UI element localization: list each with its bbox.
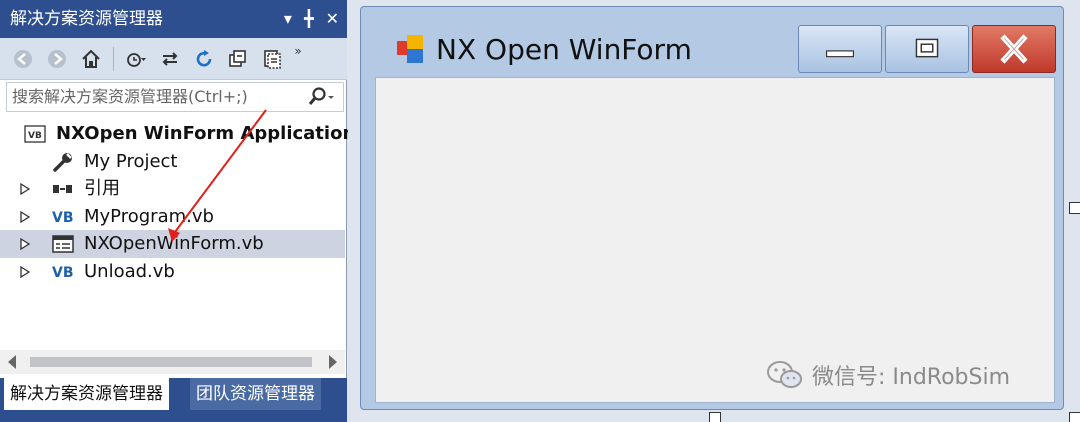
vb-project-icon: VB xyxy=(24,125,46,143)
tree-item-label: 引用 xyxy=(84,178,120,199)
winform-window[interactable]: NX Open WinForm xyxy=(360,6,1064,410)
tree-item-references[interactable]: 引用 xyxy=(0,175,345,203)
home-button[interactable] xyxy=(76,44,106,74)
tree-item-my-project[interactable]: My Project xyxy=(0,148,345,176)
maximize-button[interactable] xyxy=(885,25,969,73)
tree-item-label: My Project xyxy=(84,150,178,172)
resize-handle-bottom[interactable] xyxy=(709,412,721,422)
panel-options-icon[interactable]: ▾ xyxy=(284,0,292,38)
tree-root-label: NXOpen WinForm Application1 xyxy=(56,123,368,144)
refresh-icon xyxy=(196,49,212,66)
expand-arrow-icon[interactable] xyxy=(20,238,30,250)
toolbar-overflow-button[interactable]: » xyxy=(291,44,305,74)
tree-item-label: NXOpenWinForm.vb xyxy=(84,233,264,254)
show-all-files-button[interactable] xyxy=(257,44,287,74)
close-panel-icon[interactable]: ✕ xyxy=(326,0,339,38)
horizontal-scrollbar[interactable] xyxy=(0,350,345,374)
scrollbar-thumb[interactable] xyxy=(30,357,312,367)
form-client-area[interactable] xyxy=(375,77,1055,403)
wechat-watermark: 微信号: IndRobSim xyxy=(766,358,1010,392)
minimize-button[interactable] xyxy=(798,25,882,73)
sync-button[interactable] xyxy=(155,44,185,74)
back-button[interactable] xyxy=(8,44,38,74)
form-title: NX Open WinForm xyxy=(436,33,692,66)
watermark-text: 微信号: IndRobSim xyxy=(812,365,1011,390)
show-all-files-icon xyxy=(264,49,281,69)
sync-arrows-icon xyxy=(162,51,178,66)
tree-item-unload[interactable]: VB Unload.vb xyxy=(0,258,345,286)
collapse-all-button[interactable] xyxy=(223,44,253,74)
tab-solution-explorer[interactable]: 解决方案资源管理器 xyxy=(4,378,169,410)
close-icon xyxy=(1000,34,1028,64)
panel-tab-strip: 解决方案资源管理器 团队资源管理器 xyxy=(0,378,347,422)
svg-text:VB: VB xyxy=(28,131,42,141)
home-icon xyxy=(82,49,100,68)
form-window-icon xyxy=(397,35,423,63)
tree-root-project[interactable]: VB NXOpen WinForm Application1 xyxy=(0,120,368,148)
solution-explorer-panel: 解决方案资源管理器 ▾ ╋ ✕ » 搜索解决方案资源管理器(Ctrl+;) VB… xyxy=(0,0,368,422)
scroll-left-icon[interactable] xyxy=(8,355,16,369)
references-icon xyxy=(53,185,72,193)
tree-item-myprogram[interactable]: VB MyProgram.vb xyxy=(0,203,345,231)
minimize-icon xyxy=(826,50,854,58)
search-icon[interactable] xyxy=(305,86,335,108)
maximize-icon xyxy=(915,38,939,58)
forward-button[interactable] xyxy=(42,44,72,74)
clock-dropdown-icon xyxy=(127,52,146,67)
wechat-icon xyxy=(767,361,802,388)
tree-item-label: MyProgram.vb xyxy=(84,205,214,227)
svg-text:VB: VB xyxy=(52,265,74,281)
expand-arrow-icon[interactable] xyxy=(20,265,30,278)
tree-item-nxopenwinform[interactable]: NXOpenWinForm.vb xyxy=(0,230,345,258)
solution-explorer-titlebar: 解决方案资源管理器 ▾ ╋ ✕ xyxy=(0,0,347,38)
tab-team-explorer[interactable]: 团队资源管理器 xyxy=(190,378,321,410)
pending-changes-filter-button[interactable] xyxy=(121,44,151,74)
solution-tree: VB NXOpen WinForm Application1 My Projec… xyxy=(0,120,368,286)
scroll-right-icon[interactable] xyxy=(329,355,337,369)
expand-arrow-icon[interactable] xyxy=(20,210,30,223)
expand-arrow-icon[interactable] xyxy=(20,183,30,195)
back-arrow-icon xyxy=(14,49,32,68)
close-button[interactable] xyxy=(972,25,1056,73)
collapse-all-icon xyxy=(229,49,246,67)
svg-text:VB: VB xyxy=(52,210,74,226)
tree-item-label: Unload.vb xyxy=(84,260,175,282)
forward-arrow-icon xyxy=(48,49,66,68)
pin-icon[interactable]: ╋ xyxy=(304,0,314,38)
solution-search-input[interactable]: 搜索解决方案资源管理器(Ctrl+;) xyxy=(6,82,344,112)
form-file-icon xyxy=(52,235,74,253)
resize-handle-right[interactable] xyxy=(1069,202,1080,214)
refresh-button[interactable] xyxy=(189,44,219,74)
wrench-icon xyxy=(53,152,72,172)
search-placeholder: 搜索解决方案资源管理器(Ctrl+;) xyxy=(12,87,248,106)
resize-handle-corner[interactable] xyxy=(1069,412,1080,422)
solution-explorer-toolbar: » xyxy=(0,38,347,80)
toolbar-separator xyxy=(113,46,114,71)
solution-explorer-title: 解决方案资源管理器 xyxy=(10,9,163,29)
vb-file-icon: VB xyxy=(52,265,74,281)
vb-file-icon: VB xyxy=(52,210,74,226)
